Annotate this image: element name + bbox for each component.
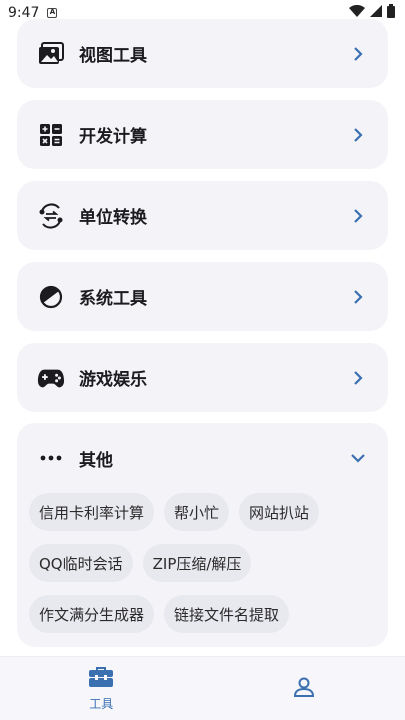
category-label: 开发计算 (79, 127, 147, 147)
category-label: 视图工具 (79, 46, 147, 66)
nav-tab-profile[interactable] (203, 657, 405, 720)
notification-icon: A (47, 8, 58, 18)
status-bar: 9:47 A (0, 0, 405, 26)
chip-link-filename[interactable]: 链接文件名提取 (164, 595, 290, 633)
category-label: 单位转换 (79, 208, 147, 228)
chip-site-scraper[interactable]: 网站扒站 (239, 493, 320, 531)
image-icon (37, 40, 65, 68)
category-other-header[interactable]: 其他 (17, 423, 388, 493)
category-label: 游戏娱乐 (79, 370, 147, 390)
category-view-tools[interactable]: 视图工具 (17, 19, 388, 88)
category-label: 其他 (79, 450, 113, 471)
chevron-right-icon (348, 368, 368, 388)
chip-credit-card-rate[interactable]: 信用卡利率计算 (29, 493, 155, 531)
chevron-right-icon (348, 125, 368, 145)
nav-tab-tools[interactable]: 工具 (0, 657, 203, 720)
status-time: 9:47 (8, 5, 40, 21)
bottom-navigation: 工具 (0, 656, 405, 720)
more-dots-icon (37, 444, 65, 472)
chip-essay-generator[interactable]: 作文满分生成器 (29, 595, 155, 633)
battery-icon (387, 4, 395, 22)
category-games[interactable]: 游戏娱乐 (17, 343, 388, 412)
person-icon (293, 676, 315, 702)
signal-icon (370, 5, 382, 21)
category-other-expanded: 其他 信用卡利率计算 帮小忙 网站扒站 QQ临时会话 ZIP压缩/解压 作文满分… (17, 423, 388, 647)
calculator-icon (37, 121, 65, 149)
category-system-tools[interactable]: 系统工具 (17, 262, 388, 331)
chip-qq-temp-chat[interactable]: QQ临时会话 (29, 544, 133, 582)
chevron-right-icon (348, 287, 368, 307)
toolbox-icon (88, 666, 114, 692)
contrast-icon (37, 283, 65, 311)
chevron-right-icon (348, 206, 368, 226)
category-dev-calc[interactable]: 开发计算 (17, 100, 388, 169)
category-label: 系统工具 (79, 289, 147, 309)
chip-zip[interactable]: ZIP压缩/解压 (142, 544, 252, 582)
chevron-down-icon (348, 448, 368, 468)
nav-tab-tools-label: 工具 (89, 696, 114, 711)
wifi-icon (349, 4, 365, 21)
tool-chips: 信用卡利率计算 帮小忙 网站扒站 QQ临时会话 ZIP压缩/解压 作文满分生成器… (17, 493, 388, 633)
category-unit-convert[interactable]: 单位转换 (17, 181, 388, 250)
content-area: 视图工具 开发计算 单位转换 系统工具 游戏娱乐 其他 信用卡利率计算 帮小忙 … (0, 0, 405, 656)
convert-icon (37, 202, 65, 230)
chip-little-help[interactable]: 帮小忙 (164, 493, 230, 531)
gamepad-icon (37, 364, 65, 392)
chevron-right-icon (348, 44, 368, 64)
